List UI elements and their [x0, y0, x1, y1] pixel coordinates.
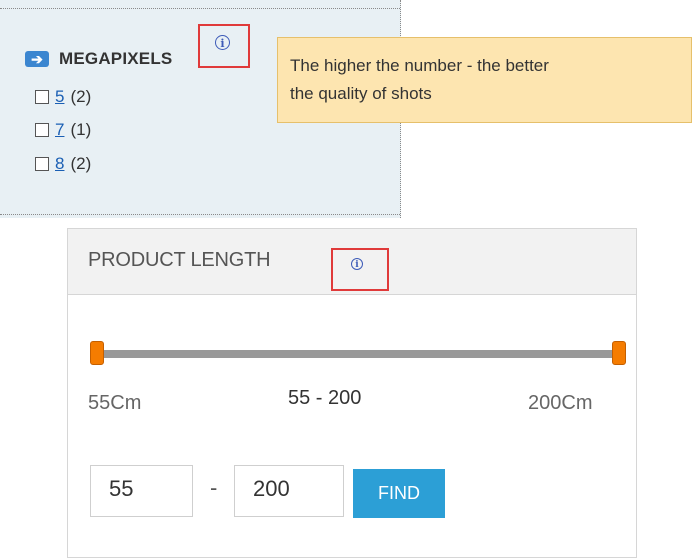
length-min-label: 55Cm	[88, 392, 142, 414]
length-max-input[interactable]: 200	[234, 465, 344, 517]
panel-top-divider	[0, 8, 400, 9]
panel-bottom-divider	[0, 214, 400, 215]
megapixels-title: MEGAPIXELS	[59, 49, 173, 68]
length-min-input[interactable]: 55	[90, 465, 193, 517]
megapixels-5-link[interactable]: 5	[55, 87, 64, 107]
megapixels-5-count: (2)	[70, 87, 92, 106]
tooltip-line-1: The higher the number - the better	[290, 56, 549, 75]
megapixels-8-link[interactable]: 8	[55, 154, 64, 174]
product-length-header: PRODUCT LENGTH i	[68, 229, 636, 295]
range-separator: -	[210, 475, 218, 500]
length-slider-track[interactable]	[98, 350, 620, 358]
megapixels-header[interactable]: ➔ MEGAPIXELS	[25, 49, 172, 69]
megapixels-tooltip: The higher the number - the better the q…	[277, 37, 692, 123]
arrow-right-icon[interactable]: ➔	[25, 51, 49, 67]
megapixels-7-link[interactable]: 7	[55, 120, 64, 140]
length-range-label: 55 - 200	[288, 387, 362, 409]
megapixels-option-5: 5 (2)	[35, 87, 91, 107]
find-button[interactable]: FIND	[353, 469, 445, 518]
megapixels-8-count: (2)	[70, 154, 92, 173]
megapixels-7-count: (1)	[70, 120, 92, 139]
info-highlight-box	[331, 248, 389, 291]
megapixels-8-checkbox[interactable]	[35, 157, 49, 171]
product-length-panel: PRODUCT LENGTH i 55Cm 55 - 200 200Cm 55 …	[67, 228, 637, 558]
megapixels-7-checkbox[interactable]	[35, 123, 49, 137]
length-slider-max-handle[interactable]	[612, 341, 626, 365]
megapixels-5-checkbox[interactable]	[35, 90, 49, 104]
tooltip-line-2: the quality of shots	[290, 84, 432, 103]
product-length-title: PRODUCT LENGTH	[88, 249, 271, 271]
megapixels-option-7: 7 (1)	[35, 120, 91, 140]
info-highlight-box	[198, 24, 250, 68]
length-max-label: 200Cm	[528, 392, 593, 414]
megapixels-option-8: 8 (2)	[35, 154, 91, 174]
length-slider-min-handle[interactable]	[90, 341, 104, 365]
